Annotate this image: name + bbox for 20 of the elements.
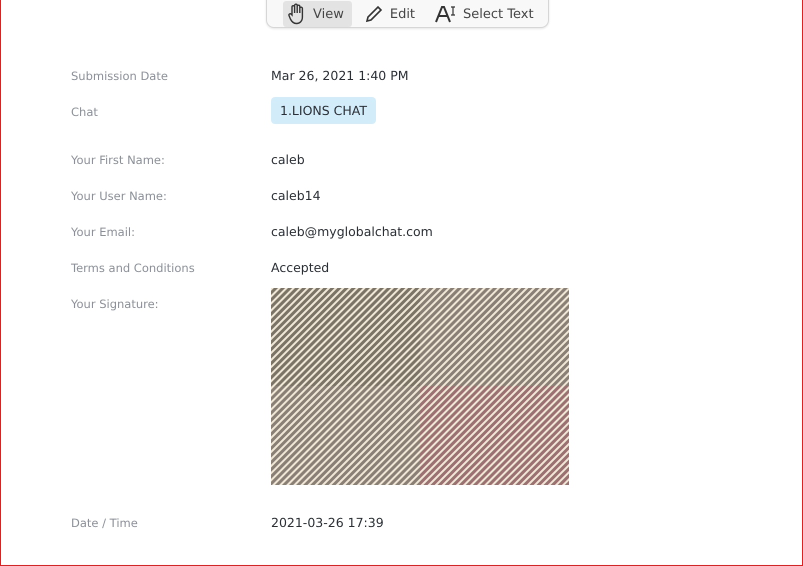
field-value: caleb@myglobalchat.com <box>271 224 433 240</box>
chat-tag: 1.LIONS CHAT <box>271 97 376 124</box>
field-label: Chat <box>71 104 99 119</box>
field-value: 2021-03-26 17:39 <box>271 515 384 531</box>
field-label: Date / Time <box>71 515 139 530</box>
tool-button[interactable]: Select Text <box>431 1 542 27</box>
field-label: Your Email: <box>71 224 136 239</box>
field-label: Submission Date <box>71 68 169 83</box>
text-cursor-icon <box>435 5 458 23</box>
tool-button[interactable]: Edit <box>360 1 424 27</box>
field-label: Terms and Conditions <box>71 260 196 275</box>
field-label: Your First Name: <box>71 152 166 167</box>
field-value: Mar 26, 2021 1:40 PM <box>271 68 409 84</box>
field-value: Accepted <box>271 260 330 276</box>
field-value: caleb14 <box>271 188 321 204</box>
pencil-icon <box>364 4 384 24</box>
field-label: Your Signature: <box>71 296 160 311</box>
field-value: caleb <box>271 152 305 168</box>
field-label: Your User Name: <box>71 188 168 203</box>
tool-button[interactable]: View <box>283 1 352 27</box>
